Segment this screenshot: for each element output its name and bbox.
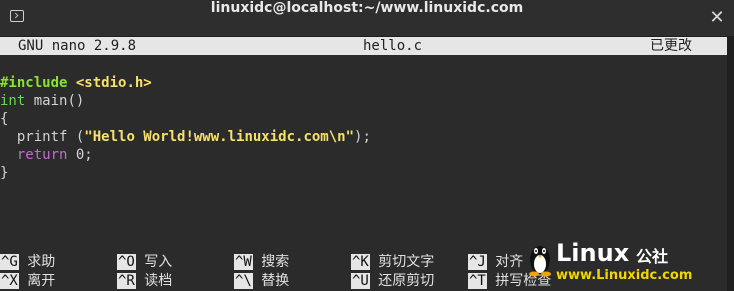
shortcut-label: 写入 xyxy=(144,254,173,270)
shortcut-label: 离开 xyxy=(27,273,56,289)
shortcut-label: 剪切文字 xyxy=(378,254,435,270)
nano-version: GNU nano 2.9.8 xyxy=(18,38,137,54)
code-line: printf ("Hello World!www.linuxidc.com\n"… xyxy=(0,128,727,146)
shortcut-label: 对齐 xyxy=(495,254,524,270)
watermark: Linux 公社 www.Linuxidc.com xyxy=(526,240,694,290)
include-header: <stdio.h> xyxy=(75,75,152,91)
terminal-window: linuxidc@localhost:~/www.linuxidc.com ✕ … xyxy=(0,0,734,291)
shortcut-key: ^R xyxy=(117,273,136,289)
shortcut-replace[interactable]: ^\ 替换 xyxy=(234,272,289,291)
watermark-suffix: 公社 xyxy=(636,247,669,266)
code-line: } xyxy=(0,165,9,181)
printf-suffix: ); xyxy=(354,129,371,145)
nano-filename: hello.c xyxy=(363,38,423,54)
function-signature: main() xyxy=(25,93,85,109)
code-line: #include <stdio.h> xyxy=(0,74,727,92)
string-literal: "Hello World!www.linuxidc.com\n" xyxy=(84,129,355,145)
shortcut-key: ^O xyxy=(117,254,136,270)
nano-header-bar: GNU nano 2.9.8 hello.c 已更改 xyxy=(0,37,727,55)
shortcut-label: 搜索 xyxy=(261,254,290,270)
shortcut-key: ^J xyxy=(468,254,487,270)
type-keyword: int xyxy=(0,93,26,109)
code-line: return 0; xyxy=(0,146,727,164)
shortcut-cut[interactable]: ^K 剪切文字 xyxy=(351,253,434,272)
shortcut-label: 求助 xyxy=(27,254,56,270)
watermark-brand: Linux xyxy=(556,239,630,267)
tux-logo xyxy=(529,246,551,277)
code-editor[interactable]: #include <stdio.h> int main() { printf (… xyxy=(0,74,727,182)
window-title: linuxidc@localhost:~/www.linuxidc.com xyxy=(210,0,524,16)
shortcut-read[interactable]: ^R 读档 xyxy=(117,272,172,291)
watermark-url: www.Linuxidc.com xyxy=(556,268,693,283)
shortcut-help[interactable]: ^G 求助 xyxy=(0,253,55,272)
shortcut-label: 还原剪切 xyxy=(378,273,435,289)
nano-modified-status: 已更改 xyxy=(650,38,692,54)
shortcut-key: ^X xyxy=(0,273,19,289)
shortcut-key: ^U xyxy=(351,273,370,289)
return-value: 0; xyxy=(67,147,93,163)
shortcut-key: ^T xyxy=(468,273,487,289)
shortcut-label: 读档 xyxy=(144,273,173,289)
include-directive: #include xyxy=(0,75,68,91)
code-line: { xyxy=(0,111,9,127)
shortcut-search[interactable]: ^W 搜索 xyxy=(234,253,289,272)
shortcut-justify[interactable]: ^J 对齐 xyxy=(468,253,523,272)
shortcut-key: ^W xyxy=(234,254,253,270)
return-keyword: return xyxy=(16,147,68,163)
title-bar: linuxidc@localhost:~/www.linuxidc.com ✕ xyxy=(0,0,734,37)
shortcut-key: ^G xyxy=(0,254,19,270)
shortcut-write[interactable]: ^O 写入 xyxy=(117,253,172,272)
scrollbar[interactable] xyxy=(727,37,734,291)
close-icon[interactable]: ✕ xyxy=(708,9,726,27)
code-line: int main() xyxy=(0,92,727,110)
printf-call: printf ( xyxy=(0,129,85,145)
shortcut-label: 替换 xyxy=(261,273,290,289)
shortcut-key: ^K xyxy=(351,254,370,270)
shortcut-exit[interactable]: ^X 离开 xyxy=(0,272,55,291)
shortcut-uncut[interactable]: ^U 还原剪切 xyxy=(351,272,434,291)
shortcut-key: ^\ xyxy=(234,273,253,289)
